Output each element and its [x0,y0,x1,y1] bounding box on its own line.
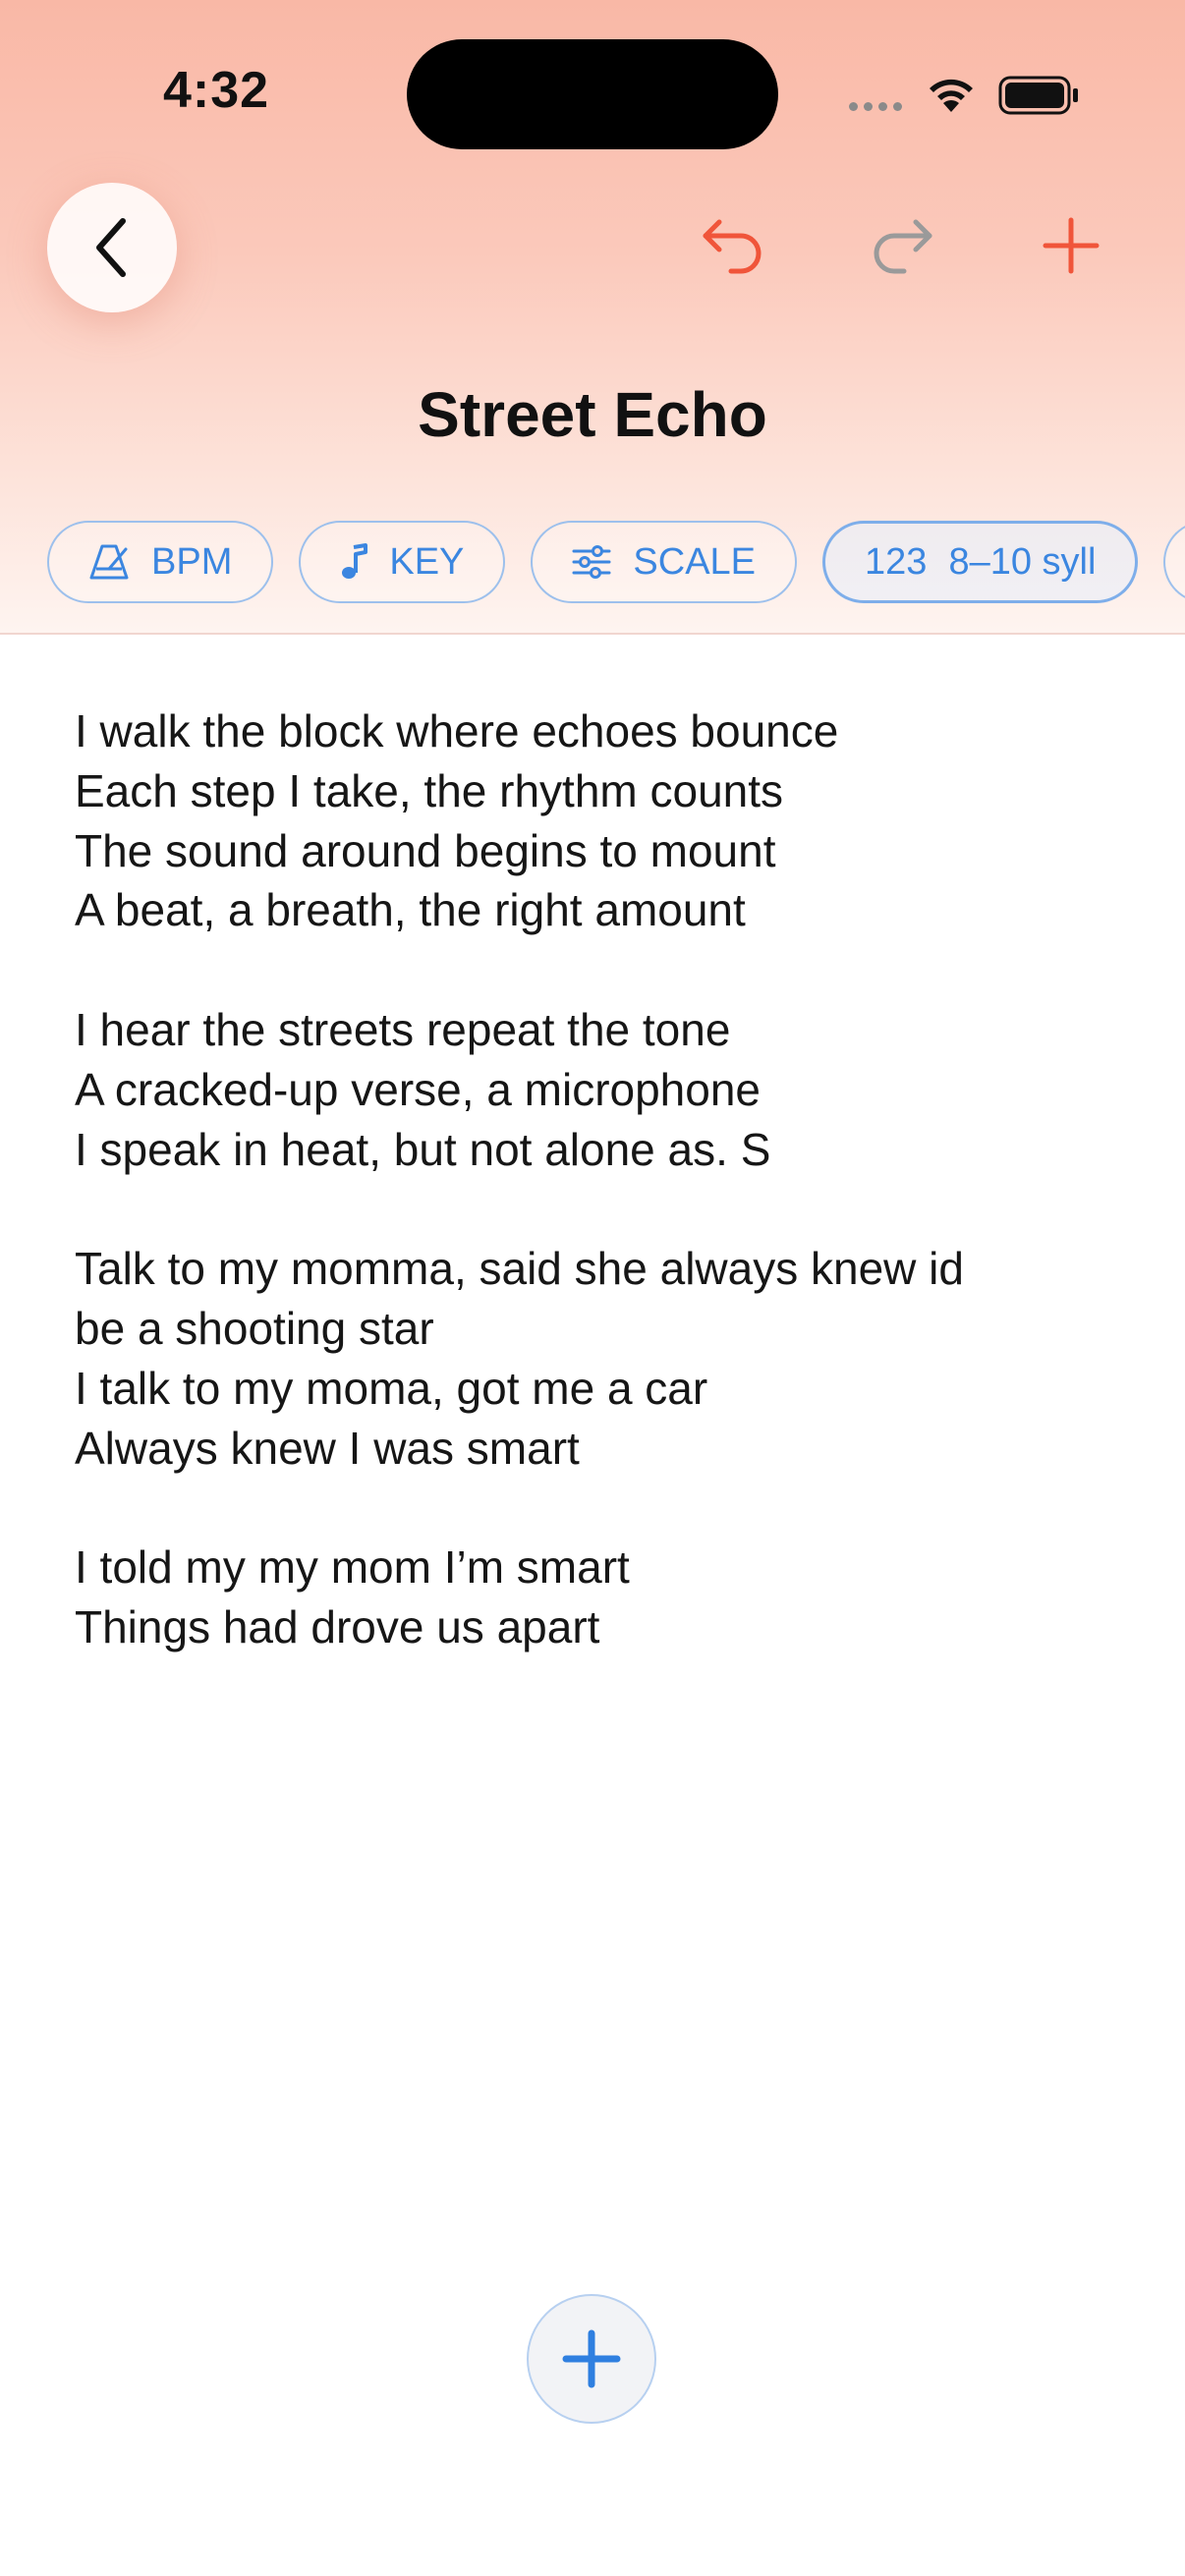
sliders-icon [572,545,611,579]
lyric-line: The sound around begins to mount [75,824,776,876]
lyric-line: be a shooting star [75,1302,434,1354]
status-time: 4:32 [163,62,270,119]
lyrics-editor[interactable]: I walk the block where echoes bounce Eac… [75,701,1136,1717]
battery-icon [998,76,1078,115]
plus-icon [562,2329,621,2388]
lyric-line: I told my my mom I’m smart [75,1541,630,1594]
chip-syllables-label: 8–10 syll [948,540,1097,583]
add-section-button[interactable] [527,2294,656,2424]
music-note-icon [342,543,368,579]
chip-bpm[interactable]: BPM [47,521,274,603]
page-title: Street Echo [418,379,767,450]
chip-scale-label: SCALE [633,540,757,583]
chip-key-label: KEY [389,540,465,583]
lyric-line: Talk to my momma, said she always knew i… [75,1243,964,1295]
chip-scale[interactable]: SCALE [531,521,798,603]
lyric-line: Always knew I was smart [75,1422,580,1474]
lyric-line: Each step I take, the rhythm counts [75,764,784,816]
redo-button[interactable] [853,196,951,295]
lyric-line: I walk the block where echoes bounce [75,705,839,756]
add-button[interactable] [1022,196,1120,295]
chip-overflow[interactable] [1163,521,1185,603]
metronome-icon [89,544,129,580]
chip-syllables-prefix: 123 [865,540,928,583]
lyric-line: A beat, a breath, the right amount [75,884,746,936]
wifi-icon [930,79,973,112]
dynamic-island [407,39,778,149]
parameter-chips: BPM KEY SCALE 123 8–10 syll [47,521,1185,607]
redo-icon [874,219,932,274]
chip-key[interactable]: KEY [299,521,506,603]
undo-button[interactable] [684,196,782,295]
lyric-line: I hear the streets repeat the tone [75,1003,731,1055]
plus-icon [1043,217,1100,274]
lyric-line: I speak in heat, but not alone as. S [75,1123,771,1175]
stanza: I told my my mom I’m smart Things had dr… [75,1538,1136,1657]
header: 4:32 Street Echo BPM KEY SCALE 123 8–10 … [0,0,1185,635]
stanza: I walk the block where echoes bounce Eac… [75,701,1136,940]
cellular-signal-icon [849,102,902,111]
chevron-left-icon [96,218,126,277]
back-button[interactable] [47,183,177,312]
chip-syllables[interactable]: 123 8–10 syll [822,521,1139,603]
chip-bpm-label: BPM [151,540,233,583]
stanza: Talk to my momma, said she always knew i… [75,1239,1136,1478]
stanza: I hear the streets repeat the tone A cra… [75,1000,1136,1179]
lyric-line: A cracked-up verse, a microphone [75,1063,762,1115]
lyric-line: Things had drove us apart [75,1600,600,1652]
undo-icon [703,219,762,274]
lyric-line: I talk to my moma, got me a car [75,1362,708,1414]
